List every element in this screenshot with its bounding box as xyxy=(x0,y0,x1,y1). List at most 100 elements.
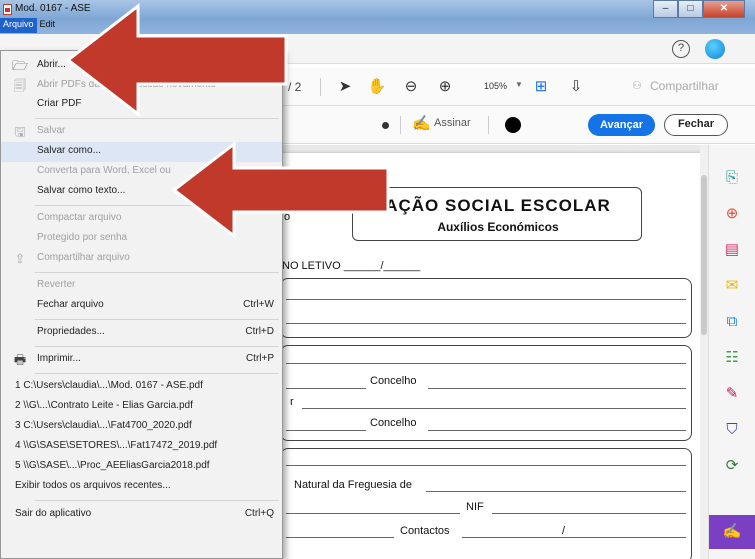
form-line xyxy=(286,537,394,538)
create-pdf-icon[interactable]: ⊕ xyxy=(721,203,743,225)
account-icon[interactable] xyxy=(705,39,725,59)
menu-item-label: Fechar arquivo xyxy=(37,299,104,310)
form-line xyxy=(302,408,686,409)
nif-input[interactable] xyxy=(492,513,686,514)
menu-item-label: Exibir todos os arquivos recentes... xyxy=(15,480,171,491)
zoom-in-icon[interactable]: ⊕ xyxy=(434,76,456,98)
ano-letivo-field[interactable]: NO LETIVO ______/______ xyxy=(282,260,420,272)
menu-item-label: Reverter xyxy=(37,279,76,290)
share-person-icon: ⚇ xyxy=(632,80,642,92)
menu-item-recent-2[interactable]: 2 \\G\...\Contrato Leite - Elias Garcia.… xyxy=(1,397,282,417)
close-window-button[interactable]: ✕ xyxy=(703,0,745,18)
menu-item-recent-1[interactable]: 1 C:\Users\claudia\...\Mod. 0167 - ASE.p… xyxy=(1,377,282,397)
form-line xyxy=(286,430,366,431)
scrollbar-thumb[interactable] xyxy=(701,175,707,335)
sign-button[interactable]: ✍ Assinar xyxy=(412,115,471,132)
concelho-input-2[interactable] xyxy=(428,430,686,431)
menu-item-print[interactable]: 🖶 Imprimir... Ctrl+P xyxy=(1,350,282,370)
menu-item-label: Propriedades... xyxy=(37,326,105,337)
form-box-2 xyxy=(280,345,692,441)
close-tool-button[interactable]: Fechar xyxy=(664,114,728,136)
menu-item-exit[interactable]: Sair do aplicativo Ctrl+Q xyxy=(1,505,282,525)
fill-sign-icon[interactable]: ✎ xyxy=(721,383,743,405)
menu-item-properties[interactable]: Propriedades... Ctrl+D xyxy=(1,323,282,343)
form-line xyxy=(286,299,686,300)
menu-item-show-all-recent[interactable]: Exibir todos os arquivos recentes... xyxy=(1,477,282,497)
minimize-button[interactable]: – xyxy=(653,0,678,18)
zoom-dropdown-icon[interactable]: ▼ xyxy=(515,80,523,89)
dot-tool-icon[interactable] xyxy=(382,122,389,129)
menu-item-label: 3 C:\Users\claudia\...\Fat4700_2020.pdf xyxy=(15,420,192,431)
sign-tool-icon[interactable]: ✍ xyxy=(721,521,743,543)
color-picker-icon[interactable] xyxy=(505,117,521,133)
menu-separator xyxy=(35,500,279,501)
reopen-icon: 🗐 xyxy=(13,78,27,93)
zoom-out-icon[interactable]: ⊖ xyxy=(400,76,422,98)
page-fit-icon[interactable]: ⊞ xyxy=(530,76,552,98)
menu-item-label: Salvar xyxy=(37,125,66,136)
menu-item-label: 4 \\G\SASE\SETORES\...\Fat17472_2019.pdf xyxy=(15,440,218,451)
file-menu: 🗁 Abrir... 🗐 Abrir PDFs da última sessão… xyxy=(0,50,283,559)
maximize-button[interactable]: □ xyxy=(678,0,703,18)
share-icon: ⇪ xyxy=(14,251,26,266)
menu-item-share-file[interactable]: ⇪ Compartilhar arquivo xyxy=(1,249,282,269)
form-line xyxy=(286,465,686,466)
compare-icon[interactable]: ⟳ xyxy=(721,455,743,477)
scroll-mode-icon[interactable]: ⇩ xyxy=(565,76,587,98)
menu-item-recent-4[interactable]: 4 \\G\SASE\SETORES\...\Fat17472_2019.pdf xyxy=(1,437,282,457)
combine-files-icon[interactable]: ⧉ xyxy=(721,311,743,333)
select-arrow-icon[interactable]: ➤ xyxy=(334,76,356,98)
menu-item-label: Compartilhar arquivo xyxy=(37,252,130,263)
menu-bar: Arquivo Edit xyxy=(0,18,58,33)
menu-arquivo[interactable]: Arquivo xyxy=(0,18,37,33)
menu-item-label: Protegido por senha xyxy=(37,232,128,243)
protect-shield-icon[interactable]: ⛉ xyxy=(721,419,743,441)
natural-label: Natural da Freguesia de xyxy=(294,479,413,491)
sign-pen-icon: ✍ xyxy=(412,115,431,132)
form-line xyxy=(286,323,686,324)
folder-open-icon: 🗁 xyxy=(11,58,29,73)
printer-icon: 🖶 xyxy=(13,352,27,367)
form-title: AÇÃO SOCIAL ESCOLAR xyxy=(385,196,611,215)
edit-pdf-icon[interactable]: ☷ xyxy=(721,347,743,369)
comment-icon[interactable]: ✉ xyxy=(721,275,743,297)
menu-item-shortcut: Ctrl+P xyxy=(245,353,274,364)
menu-separator xyxy=(35,373,279,374)
share-button[interactable]: ⚇ Compartilhar xyxy=(628,74,719,98)
menu-item-label: Converta para Word, Excel ou xyxy=(37,165,171,176)
form-subtitle: Auxílios Económicos xyxy=(437,220,559,234)
menu-item-shortcut: Ctrl+Q xyxy=(244,508,274,519)
sign-label: Assinar xyxy=(434,117,471,129)
concelho-label-1: Concelho xyxy=(370,375,417,387)
hand-tool-icon[interactable]: ✋ xyxy=(366,76,388,98)
menu-separator xyxy=(35,272,279,273)
red-arrow-top-icon xyxy=(65,2,288,118)
help-icon[interactable]: ? xyxy=(672,40,690,58)
organize-pages-icon[interactable]: ▤ xyxy=(721,239,743,261)
natural-input[interactable] xyxy=(426,491,686,492)
menu-item-revert[interactable]: Reverter xyxy=(1,276,282,296)
menu-item-label: 1 C:\Users\claudia\...\Mod. 0167 - ASE.p… xyxy=(15,380,203,391)
contactos-slash: / xyxy=(562,525,566,537)
menu-edit[interactable]: Edit xyxy=(37,18,59,33)
menu-item-shortcut: Ctrl+W xyxy=(243,299,274,310)
contactos-input[interactable] xyxy=(462,537,686,538)
menu-item-save[interactable]: 🖫 Salvar xyxy=(1,122,282,142)
nif-label: NIF xyxy=(466,501,484,513)
vertical-scrollbar[interactable] xyxy=(700,145,708,559)
menu-item-label: Compactar arquivo xyxy=(37,212,122,223)
menu-separator xyxy=(35,346,279,347)
next-button[interactable]: Avançar xyxy=(588,114,655,136)
menu-item-recent-5[interactable]: 5 \\G\SASE\...\Proc_AEEliasGarcia2018.pd… xyxy=(1,457,282,477)
form-line xyxy=(286,388,366,389)
menu-item-label: 2 \\G\...\Contrato Leite - Elias Garcia.… xyxy=(15,400,193,411)
form-fragment-r: r xyxy=(290,396,294,408)
menu-item-close-file[interactable]: Fechar arquivo Ctrl+W xyxy=(1,296,282,316)
zoom-level[interactable]: 105% xyxy=(484,81,507,91)
menu-item-label: Imprimir... xyxy=(37,353,81,364)
concelho-input-1[interactable] xyxy=(428,388,686,389)
toolbar-separator xyxy=(320,78,321,96)
tools-side-panel: ⎘ ⊕ ▤ ✉ ⧉ ☷ ✎ ⛉ ⟳ ✍ xyxy=(708,145,755,559)
menu-item-recent-3[interactable]: 3 C:\Users\claudia\...\Fat4700_2020.pdf xyxy=(1,417,282,437)
export-pdf-icon[interactable]: ⎘ xyxy=(721,167,743,189)
